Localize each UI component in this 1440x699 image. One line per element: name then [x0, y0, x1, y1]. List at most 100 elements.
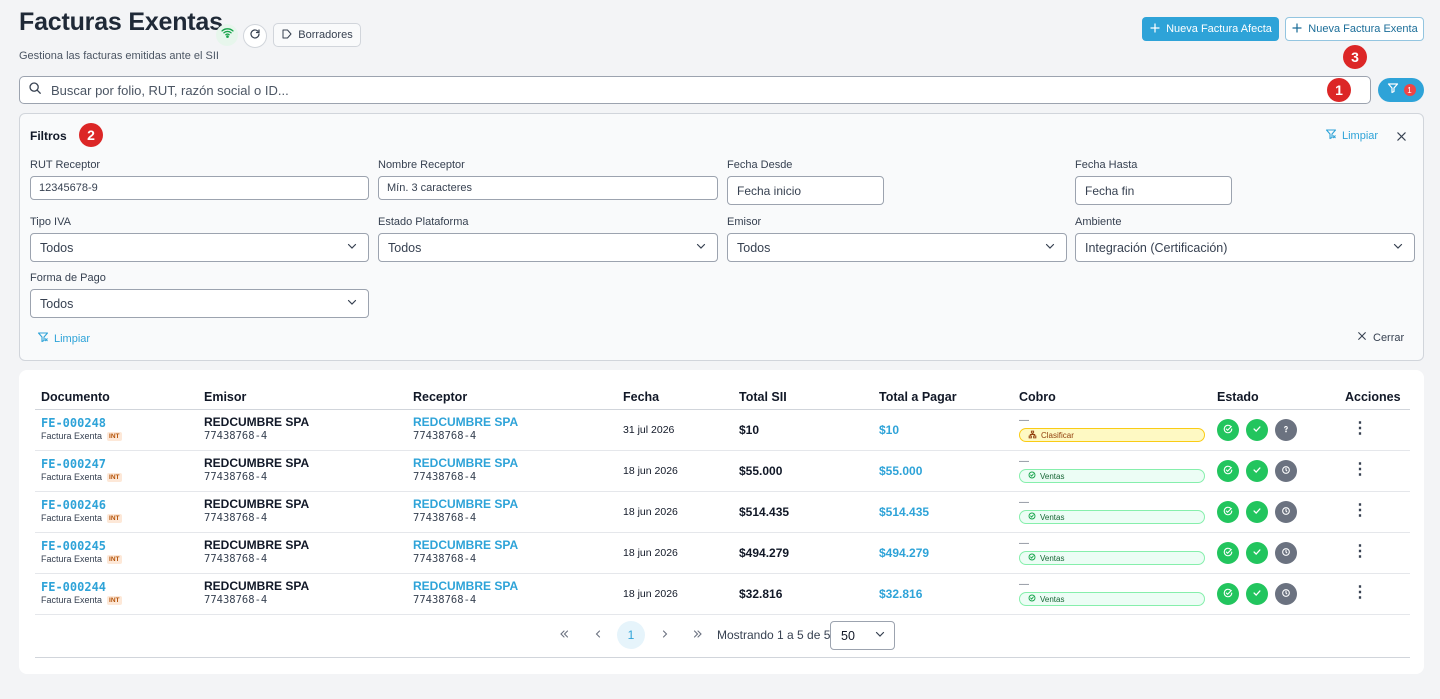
first-page-button[interactable] — [558, 628, 570, 643]
cobro-badge[interactable]: Ventas — [1019, 551, 1205, 565]
payment-status-indicator[interactable] — [1275, 501, 1297, 523]
page-size-select[interactable]: 50 — [830, 621, 895, 650]
search-icon — [28, 81, 42, 100]
tipo-iva-select[interactable]: Todos — [30, 233, 369, 262]
document-cell: FE-000248 Factura Exenta INT — [41, 416, 122, 441]
row-actions-button[interactable]: ⋮ — [1352, 421, 1368, 437]
platform-status-indicator[interactable] — [1246, 460, 1268, 482]
total-pagar-cell[interactable]: $494.279 — [879, 546, 929, 560]
column-header-total-pagar[interactable]: Total a Pagar — [879, 390, 957, 404]
document-type: Factura Exenta INT — [41, 513, 122, 523]
document-type: Factura Exenta INT — [41, 595, 122, 605]
clear-filters-button[interactable]: Limpiar — [1325, 128, 1378, 143]
payment-status-indicator[interactable] — [1275, 460, 1297, 482]
platform-status-indicator[interactable] — [1246, 583, 1268, 605]
drafts-button[interactable]: Borradores — [273, 23, 361, 47]
page-1-button[interactable]: 1 — [617, 621, 645, 649]
emisor-cell: REDCUMBRE SPA 77438768-4 — [204, 415, 309, 442]
receptor-name-link[interactable]: REDCUMBRE SPA — [413, 456, 518, 470]
refresh-button[interactable] — [243, 24, 267, 48]
fecha-desde-input[interactable]: Fecha inicio — [727, 176, 884, 205]
column-header-estado[interactable]: Estado — [1217, 390, 1259, 404]
new-exenta-invoice-button[interactable]: Nueva Factura Exenta — [1285, 17, 1424, 41]
close-filters-button[interactable] — [1396, 129, 1407, 147]
receptor-rut: 77438768-4 — [413, 430, 477, 442]
column-header-receptor[interactable]: Receptor — [413, 390, 467, 404]
table-row[interactable]: FE-000246 Factura Exenta INT REDCUMBRE S… — [35, 492, 1410, 533]
platform-status-indicator[interactable] — [1246, 542, 1268, 564]
column-header-emisor[interactable]: Emisor — [204, 390, 246, 404]
table-row[interactable]: FE-000245 Factura Exenta INT REDCUMBRE S… — [35, 533, 1410, 574]
forma-pago-select[interactable]: Todos — [30, 289, 369, 318]
receptor-name-link[interactable]: REDCUMBRE SPA — [413, 415, 518, 429]
payment-status-indicator[interactable] — [1275, 542, 1297, 564]
table-row[interactable]: FE-000248 Factura Exenta INT REDCUMBRE S… — [35, 410, 1410, 451]
fecha-hasta-label: Fecha Hasta — [1075, 159, 1138, 171]
column-header-fecha[interactable]: Fecha — [623, 390, 659, 404]
kebab-menu-icon: ⋮ — [1352, 584, 1368, 601]
environment-badge: INT — [107, 431, 122, 441]
next-page-button[interactable] — [659, 628, 671, 643]
ambiente-select[interactable]: Integración (Certificación) — [1075, 233, 1415, 262]
nombre-receptor-input[interactable]: Mín. 3 caracteres — [378, 176, 718, 200]
sii-status-indicator[interactable] — [1217, 583, 1239, 605]
column-header-total-sii[interactable]: Total SII — [739, 390, 787, 404]
payment-status-indicator[interactable] — [1275, 583, 1297, 605]
new-afecta-invoice-button[interactable]: Nueva Factura Afecta — [1142, 17, 1279, 41]
column-header-cobro[interactable]: Cobro — [1019, 390, 1056, 404]
total-pagar-cell[interactable]: $10 — [879, 423, 899, 437]
emisor-rut: 77438768-4 — [204, 594, 268, 606]
clear-filters-bottom-label: Limpiar — [54, 332, 91, 345]
cobro-badge[interactable]: Ventas — [1019, 592, 1205, 606]
row-actions-button[interactable]: ⋮ — [1352, 503, 1368, 519]
folio-link[interactable]: FE-000245 — [41, 539, 122, 553]
clear-filters-bottom-button[interactable]: Limpiar — [37, 331, 90, 346]
table-row[interactable]: FE-000247 Factura Exenta INT REDCUMBRE S… — [35, 451, 1410, 492]
folio-link[interactable]: FE-000247 — [41, 457, 122, 471]
check-icon — [1252, 421, 1262, 439]
last-page-button[interactable] — [692, 628, 704, 643]
platform-status-indicator[interactable] — [1246, 419, 1268, 441]
close-filters-bottom-button[interactable]: Cerrar — [1357, 331, 1404, 344]
sii-status-indicator[interactable] — [1217, 542, 1239, 564]
row-actions-button[interactable]: ⋮ — [1352, 585, 1368, 601]
cobro-badge[interactable]: Clasificar — [1019, 428, 1205, 442]
fecha-hasta-input[interactable]: Fecha fin — [1075, 176, 1232, 205]
emisor-rut: 77438768-4 — [204, 471, 268, 483]
folio-link[interactable]: FE-000246 — [41, 498, 122, 512]
payment-status-indicator[interactable] — [1275, 419, 1297, 441]
kebab-menu-icon: ⋮ — [1352, 502, 1368, 519]
cobro-badge[interactable]: Ventas — [1019, 469, 1205, 483]
receptor-name-link[interactable]: REDCUMBRE SPA — [413, 538, 518, 552]
sii-status-indicator[interactable] — [1217, 419, 1239, 441]
total-pagar-cell[interactable]: $32.816 — [879, 587, 922, 601]
cobro-cell: — Ventas — [1019, 580, 1205, 606]
filter-toggle-button[interactable]: 1 — [1378, 78, 1424, 102]
sii-status-indicator[interactable] — [1217, 501, 1239, 523]
row-actions-button[interactable]: ⋮ — [1352, 462, 1368, 478]
row-actions-button[interactable]: ⋮ — [1352, 544, 1368, 560]
table-row[interactable]: FE-000244 Factura Exenta INT REDCUMBRE S… — [35, 574, 1410, 615]
search-bar — [19, 76, 1371, 104]
total-pagar-cell[interactable]: $514.435 — [879, 505, 929, 519]
folio-link[interactable]: FE-000248 — [41, 416, 122, 430]
kebab-menu-icon: ⋮ — [1352, 461, 1368, 478]
cobro-badge[interactable]: Ventas — [1019, 510, 1205, 524]
prev-page-button[interactable] — [592, 628, 604, 643]
estado-plataforma-select[interactable]: Todos — [378, 233, 718, 262]
rut-receptor-input[interactable]: 12345678-9 — [30, 176, 369, 200]
sii-status-indicator[interactable] — [1217, 460, 1239, 482]
clock-icon — [1281, 503, 1291, 521]
column-header-documento[interactable]: Documento — [41, 390, 110, 404]
platform-status-indicator[interactable] — [1246, 501, 1268, 523]
refresh-icon — [249, 27, 261, 45]
environment-badge: INT — [107, 554, 122, 564]
emisor-select[interactable]: Todos — [727, 233, 1067, 262]
connection-status-button[interactable] — [216, 24, 238, 46]
receptor-name-link[interactable]: REDCUMBRE SPA — [413, 497, 518, 511]
folio-link[interactable]: FE-000244 — [41, 580, 122, 594]
receptor-name-link[interactable]: REDCUMBRE SPA — [413, 579, 518, 593]
search-input[interactable] — [51, 82, 1251, 98]
annotation-marker-1: 1 — [1327, 78, 1351, 102]
total-pagar-cell[interactable]: $55.000 — [879, 464, 922, 478]
